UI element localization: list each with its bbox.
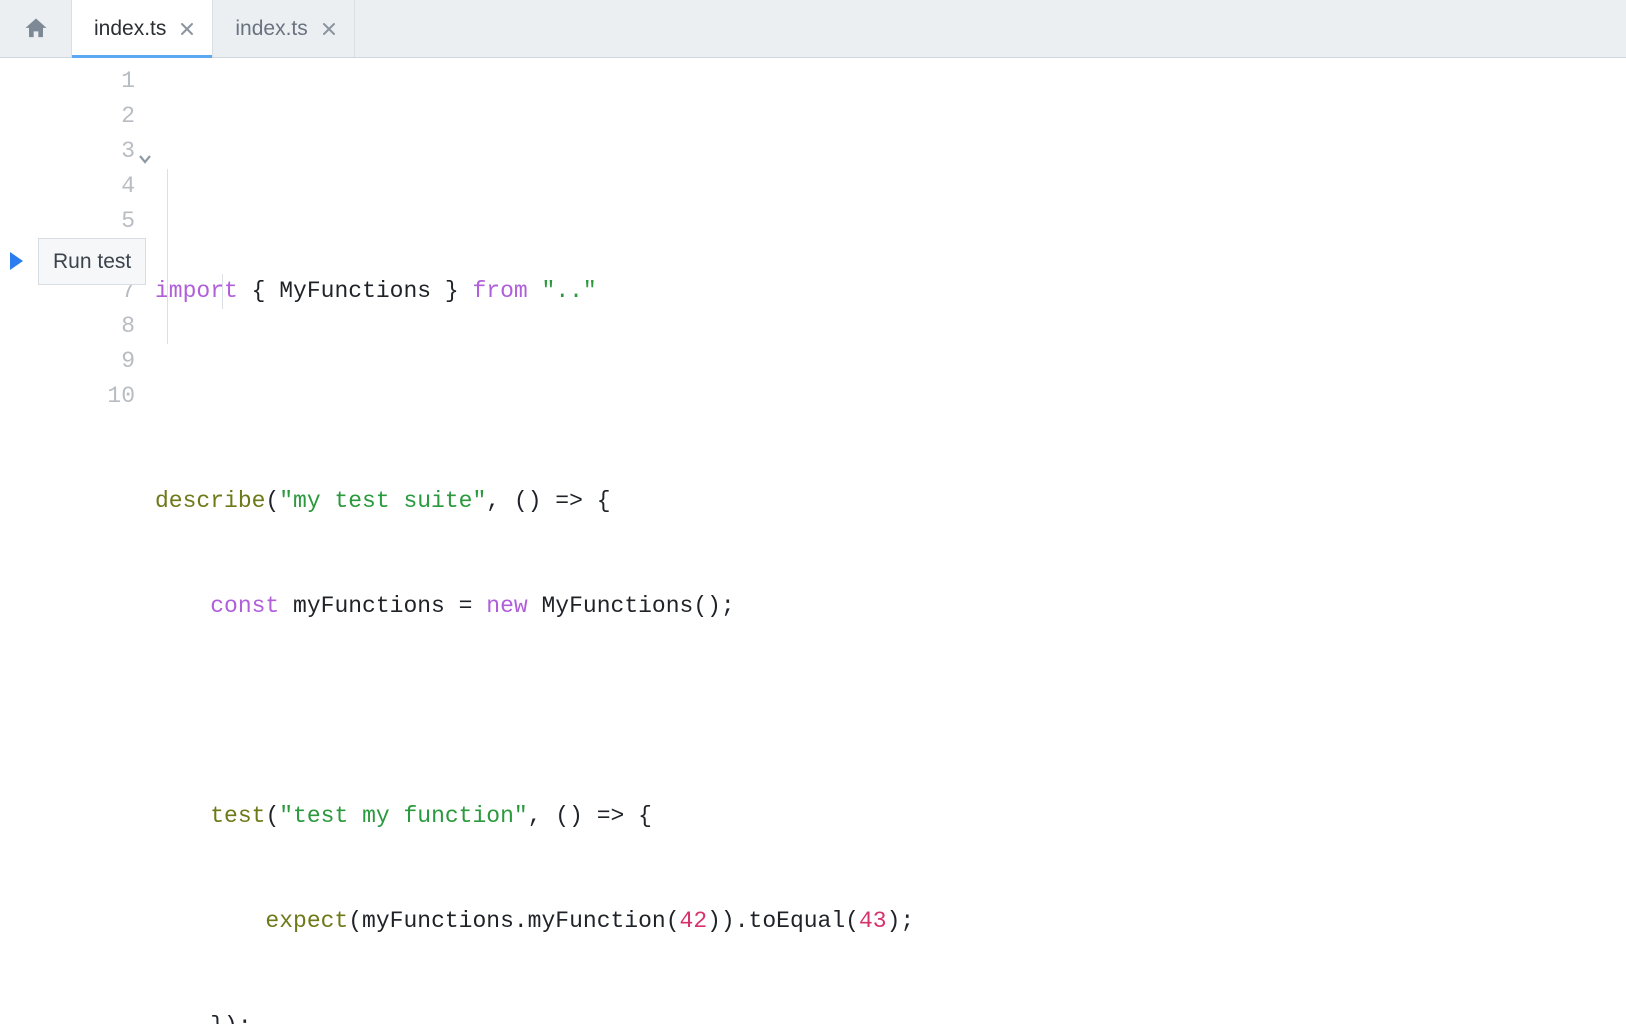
line-number: 9 bbox=[0, 344, 155, 379]
play-icon bbox=[10, 252, 23, 270]
line-number: 1 bbox=[0, 64, 155, 99]
home-button[interactable] bbox=[0, 0, 72, 57]
code-line: const myFunctions = new MyFunctions(); bbox=[155, 589, 1626, 624]
line-number: 4 bbox=[0, 169, 155, 204]
run-test-gutter-marker[interactable] bbox=[10, 244, 23, 278]
line-number: 2 bbox=[0, 99, 155, 134]
code-line: expect(myFunctions.myFunction(42)).toEqu… bbox=[155, 904, 1626, 939]
indent-guide bbox=[222, 274, 223, 309]
line-number: 3 bbox=[0, 134, 155, 169]
code-line bbox=[155, 694, 1626, 729]
code-line bbox=[155, 379, 1626, 414]
code-line: test("test my function", () => { bbox=[155, 799, 1626, 834]
code-editor[interactable]: 1 2 3 4 5 6 7 8 9 10 Run test import { M… bbox=[0, 58, 1626, 512]
home-icon bbox=[22, 15, 50, 43]
gutter: 1 2 3 4 5 6 7 8 9 10 bbox=[0, 58, 155, 512]
tab-index-ts-active[interactable]: index.ts bbox=[72, 0, 213, 57]
close-icon[interactable] bbox=[180, 22, 194, 36]
line-number: 10 bbox=[0, 379, 155, 414]
tab-label: index.ts bbox=[94, 17, 166, 41]
line-number: 8 bbox=[0, 309, 155, 344]
code-line: import { MyFunctions } from ".." bbox=[155, 274, 1626, 309]
tab-label: index.ts bbox=[235, 17, 307, 41]
tab-index-ts-inactive[interactable]: index.ts bbox=[213, 0, 354, 57]
close-icon[interactable] bbox=[322, 22, 336, 36]
code-line: describe("my test suite", () => { bbox=[155, 484, 1626, 519]
indent-guide bbox=[167, 169, 168, 344]
run-test-tooltip: Run test bbox=[38, 238, 146, 285]
code-area[interactable]: import { MyFunctions } from ".." describ… bbox=[155, 58, 1626, 512]
tab-bar: index.ts index.ts bbox=[0, 0, 1626, 58]
code-line: }); bbox=[155, 1009, 1626, 1024]
line-number: 5 bbox=[0, 204, 155, 239]
